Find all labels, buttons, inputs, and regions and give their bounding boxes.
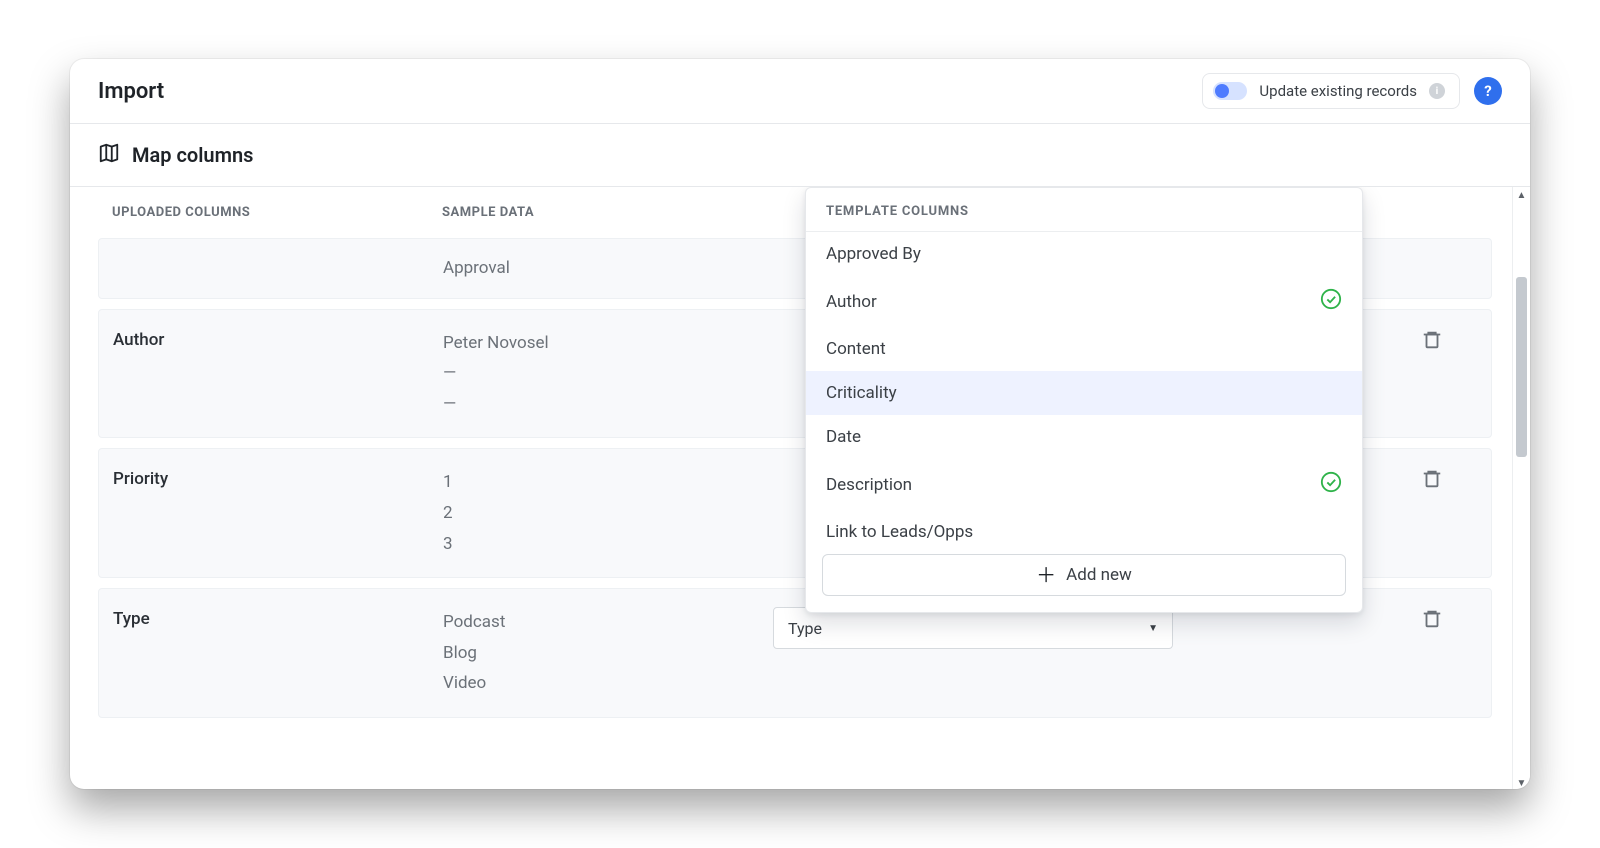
scrollbar[interactable]: ▲ ▼ (1512, 187, 1530, 789)
uploaded-column-name: Type (113, 607, 443, 629)
dropdown-list: Approved By Author Content Criticality (806, 232, 1362, 546)
dropdown-footer: ＋ Add new (806, 546, 1362, 612)
dropdown-option[interactable]: Content (806, 327, 1362, 371)
info-icon[interactable]: i (1429, 83, 1445, 99)
row-actions (1387, 328, 1477, 356)
subheader: Map columns (70, 124, 1530, 187)
header: Import Update existing records i ? (70, 59, 1530, 124)
destination-select[interactable]: Type ▼ (773, 607, 1173, 649)
dropdown-option[interactable]: Criticality (806, 371, 1362, 415)
check-icon (1320, 471, 1342, 498)
dropdown-option[interactable]: Author (806, 276, 1362, 327)
plus-icon: ＋ (1036, 565, 1056, 585)
sample-data: Approval (443, 253, 773, 284)
scroll-up-arrow[interactable]: ▲ (1513, 187, 1530, 203)
subheader-title: Map columns (132, 143, 253, 167)
row-actions (1387, 467, 1477, 495)
check-icon (1320, 288, 1342, 315)
template-columns-dropdown: TEMPLATE COLUMNS Approved By Author Cont… (805, 187, 1363, 613)
select-value: Type (788, 619, 822, 638)
sample-data: Podcast Blog Video (443, 607, 773, 699)
delete-row-button[interactable] (1421, 328, 1443, 356)
destination-cell: Type ▼ (773, 607, 1387, 649)
add-new-label: Add new (1066, 565, 1132, 585)
dropdown-option[interactable]: Date (806, 415, 1362, 459)
uploaded-column-name: Author (113, 328, 443, 350)
help-button[interactable]: ? (1474, 77, 1502, 105)
body: UPLOADED COLUMNS SAMPLE DATA Approval Au… (70, 187, 1530, 789)
import-modal: Import Update existing records i ? Map c… (70, 59, 1530, 789)
sample-data: 1 2 3 (443, 467, 773, 559)
page-title: Import (98, 79, 164, 104)
map-icon (98, 142, 120, 168)
delete-row-button[interactable] (1421, 467, 1443, 495)
add-new-button[interactable]: ＋ Add new (822, 554, 1346, 596)
dropdown-title: TEMPLATE COLUMNS (806, 188, 1362, 232)
uploaded-column-name (113, 253, 443, 255)
content-area: UPLOADED COLUMNS SAMPLE DATA Approval Au… (70, 187, 1512, 789)
chevron-down-icon: ▼ (1148, 623, 1158, 634)
update-existing-toggle-group: Update existing records i (1202, 73, 1460, 109)
header-uploaded-columns: UPLOADED COLUMNS (112, 205, 442, 220)
dropdown-option[interactable]: Approved By (806, 232, 1362, 276)
update-existing-toggle[interactable] (1213, 82, 1247, 100)
delete-row-button[interactable] (1421, 607, 1443, 635)
dropdown-option[interactable]: Link to Leads/Opps (806, 510, 1362, 546)
scroll-thumb[interactable] (1516, 277, 1527, 457)
scroll-down-arrow[interactable]: ▼ (1513, 775, 1530, 789)
header-actions: Update existing records i ? (1202, 73, 1502, 109)
row-actions (1387, 607, 1477, 635)
dropdown-option[interactable]: Description (806, 459, 1362, 510)
update-existing-label: Update existing records (1259, 82, 1417, 100)
uploaded-column-name: Priority (113, 467, 443, 489)
header-sample-data: SAMPLE DATA (442, 205, 772, 220)
sample-data: Peter Novosel — — (443, 328, 773, 420)
